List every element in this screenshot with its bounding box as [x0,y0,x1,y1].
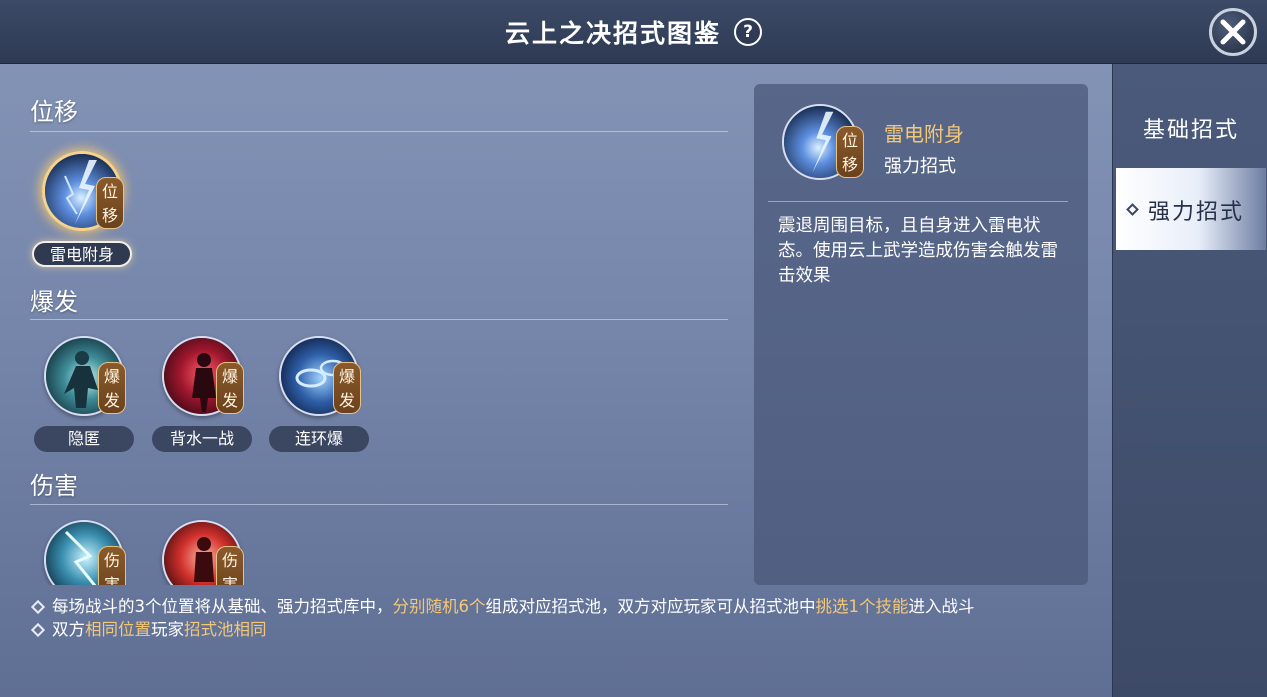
skill-tag: 爆发 [333,362,361,414]
tab-basic-moves[interactable]: 基础招式 [1116,86,1266,168]
detail-skill-tag: 位移 [836,126,864,178]
skill-detail-panel: 位移 雷电附身 强力招式 震退周围目标，且自身进入雷电状态。使用云上武学造成伤害… [754,84,1088,585]
skill-card-chain-burst[interactable]: 爆发 连环爆 [267,336,371,456]
note-text: 进入战斗 [908,597,975,616]
skill-card-stealth[interactable]: 爆发 隐匿 [32,336,136,456]
help-button[interactable]: ? [734,18,763,46]
skill-card-damage-2[interactable]: 伤害 [150,520,254,585]
detail-divider [768,201,1068,202]
section-divider [30,504,728,505]
skill-name: 连环爆 [269,426,369,452]
page-title: 云上之决招式图鉴 [504,19,721,48]
skill-tag: 位移 [96,177,124,229]
tab-label: 基础招式 [1142,118,1239,143]
skill-tag: 伤害 [216,546,244,585]
skill-card-last-stand[interactable]: 爆发 背水一战 [150,336,254,456]
skill-tag: 伤害 [98,546,126,585]
damage-skills-clip: 伤害 伤害 [0,514,740,585]
section-title-burst: 爆发 [30,288,78,316]
section-divider [30,131,728,132]
title-bar: 云上之决招式图鉴 ? [0,0,1267,64]
close-icon [1220,19,1246,45]
skill-tag: 爆发 [98,362,126,414]
note-item: 双方相同位置玩家招式池相同 [30,618,1100,641]
detail-skill-name: 雷电附身 [884,122,964,146]
skill-name: 雷电附身 [32,241,132,267]
category-tabs: 基础招式 强力招式 [1112,64,1267,697]
note-highlight: 挑选1个技能 [815,597,909,616]
close-button[interactable] [1209,8,1257,56]
skill-name: 背水一战 [152,426,252,452]
skill-tag: 爆发 [216,362,244,414]
skill-card-damage-1[interactable]: 伤害 [32,520,136,585]
title-wrap: 云上之决招式图鉴 ? [0,14,1267,50]
tab-label: 强力招式 [1147,200,1244,225]
note-text: 玩家 [151,620,184,639]
section-title-displacement: 位移 [30,98,78,126]
note-text: 组成对应招式池，双方对应玩家可从招式池中 [485,597,816,616]
diamond-bullet-icon [30,599,46,615]
note-text: 每场战斗的3个位置将从基础、强力招式库中， [52,597,393,616]
skill-name: 隐匿 [34,426,134,452]
tab-power-moves[interactable]: 强力招式 [1116,168,1266,250]
note-text: 双方 [52,620,85,639]
note-highlight: 招式池相同 [184,620,267,639]
section-divider [30,319,728,320]
detail-description: 震退周围目标，且自身进入雷电状态。使用云上武学造成伤害会触发雷击效果 [778,216,1058,286]
rules-notes: 每场战斗的3个位置将从基础、强力招式库中，分别随机6个组成对应招式池，双方对应玩… [30,595,1100,641]
note-item: 每场战斗的3个位置将从基础、强力招式库中，分别随机6个组成对应招式池，双方对应玩… [30,595,1100,618]
skill-catalog-panel: 位移 位移 雷电附身 爆发 爆发 隐匿 爆 发 背水一战 爆 发 连环爆 伤害 … [0,64,1112,697]
note-highlight: 分别随机6个 [392,597,486,616]
note-highlight: 相同位置 [85,620,151,639]
section-title-damage: 伤害 [30,472,78,500]
detail-skill-type: 强力招式 [884,156,956,177]
skill-card-thunder-possession[interactable]: 位移 雷电附身 [30,151,134,271]
diamond-bullet-icon [30,622,46,638]
